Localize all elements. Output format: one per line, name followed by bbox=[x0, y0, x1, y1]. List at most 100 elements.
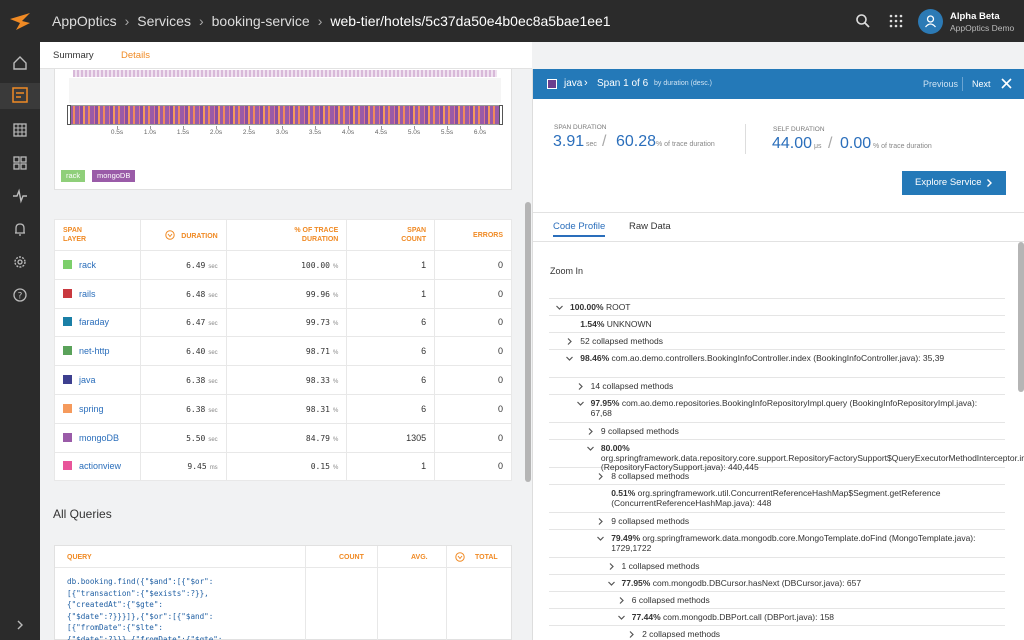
col-total[interactable]: TOTAL bbox=[475, 554, 498, 561]
layer-link[interactable]: java bbox=[79, 375, 96, 385]
profile-row[interactable]: 98.46% com.ao.demo.controllers.BookingIn… bbox=[549, 350, 1005, 378]
profile-row[interactable]: 52 collapsed methods bbox=[549, 333, 1005, 350]
chevron-down-icon[interactable] bbox=[617, 614, 625, 621]
chevron-right-icon[interactable] bbox=[628, 631, 635, 638]
table-row[interactable]: mongoDB 5.50 sec 84.79% 1305 0 bbox=[54, 422, 512, 453]
sort-desc-icon[interactable] bbox=[165, 229, 175, 240]
search-icon[interactable] bbox=[855, 13, 871, 29]
layer-link[interactable]: net-http bbox=[79, 346, 110, 356]
table-row[interactable]: spring 6.38 sec 98.31% 6 0 bbox=[54, 393, 512, 424]
tab-raw-data[interactable]: Raw Data bbox=[629, 221, 671, 232]
table-icon[interactable] bbox=[11, 121, 29, 139]
timeline-brush-left-handle[interactable] bbox=[67, 105, 71, 125]
col-count[interactable]: COUNT bbox=[339, 554, 364, 561]
dashboards-icon[interactable] bbox=[11, 154, 29, 172]
col-duration[interactable]: DURATION bbox=[139, 219, 227, 251]
table-row[interactable]: actionview 9.45 ms 0.15% 1 0 bbox=[54, 451, 512, 482]
chevron-down-icon[interactable] bbox=[566, 355, 574, 362]
chevron-right-icon[interactable] bbox=[577, 383, 584, 390]
profile-row[interactable]: 79.49% org.springframework.data.mongodb.… bbox=[549, 530, 1005, 558]
chevron-down-icon[interactable] bbox=[576, 400, 584, 407]
chevron-right-icon[interactable] bbox=[566, 338, 573, 345]
profile-row[interactable]: 77.44% com.mongodb.DBPort.call (DBPort.j… bbox=[549, 609, 1005, 626]
profile-row[interactable]: 0.51% org.springframework.util.Concurren… bbox=[549, 485, 1005, 513]
chevron-right-icon[interactable] bbox=[587, 428, 594, 435]
layer-link[interactable]: rack bbox=[79, 260, 96, 270]
table-row[interactable]: java 6.38 sec 98.33% 6 0 bbox=[54, 365, 512, 395]
chevron-right-icon[interactable] bbox=[597, 473, 604, 480]
tab-details[interactable]: Details bbox=[121, 50, 151, 71]
alerts-bell-icon[interactable] bbox=[11, 220, 29, 238]
col-span-layer[interactable]: SPAN LAYER bbox=[54, 219, 141, 251]
sort-desc-icon[interactable] bbox=[455, 552, 465, 562]
col-errors[interactable]: ERRORS bbox=[434, 219, 512, 251]
previous-span-button[interactable]: Previous bbox=[923, 79, 958, 89]
profile-row[interactable]: 9 collapsed methods bbox=[549, 423, 1005, 440]
chevron-right-icon[interactable] bbox=[597, 518, 604, 525]
layer-link[interactable]: spring bbox=[79, 404, 104, 414]
expand-nav-icon[interactable] bbox=[11, 616, 29, 634]
right-scrollbar[interactable] bbox=[1018, 242, 1024, 392]
layer-link[interactable]: rails bbox=[79, 289, 96, 299]
breadcrumb-appoptics[interactable]: AppOptics bbox=[52, 13, 117, 29]
cell-span-layer[interactable]: rack bbox=[54, 250, 141, 280]
profile-row[interactable]: 100.00% ROOT bbox=[549, 299, 1005, 316]
metrics-pulse-icon[interactable] bbox=[11, 187, 29, 205]
app-grid-icon[interactable] bbox=[888, 13, 904, 29]
cell-span-layer[interactable]: rails bbox=[54, 278, 141, 309]
cell-span-layer[interactable]: mongoDB bbox=[54, 422, 141, 453]
col-avg[interactable]: AVG. bbox=[411, 554, 428, 561]
cell-span-layer[interactable]: java bbox=[54, 365, 141, 395]
layer-link[interactable]: mongoDB bbox=[79, 433, 119, 443]
profile-row[interactable]: 97.95% com.ao.demo.repositories.BookingI… bbox=[549, 395, 1005, 423]
solarwinds-logo-icon[interactable] bbox=[8, 9, 32, 33]
next-span-button[interactable]: Next bbox=[972, 79, 991, 89]
profile-row[interactable]: 14 collapsed methods bbox=[549, 378, 1005, 395]
col-pct-trace[interactable]: % OF TRACE DURATION bbox=[225, 219, 348, 251]
settings-gear-icon[interactable] bbox=[11, 253, 29, 271]
query-text[interactable]: db.booking.find({"$and":[{"$or": [{"tran… bbox=[67, 576, 307, 640]
profile-row[interactable]: 77.95% com.mongodb.DBCursor.hasNext (DBC… bbox=[549, 575, 1005, 592]
profile-row[interactable]: 1.54% UNKNOWN bbox=[549, 316, 1005, 333]
chevron-right-icon[interactable] bbox=[618, 597, 625, 604]
home-icon[interactable] bbox=[11, 54, 29, 72]
tab-code-profile[interactable]: Code Profile bbox=[553, 221, 606, 237]
close-icon[interactable] bbox=[1001, 78, 1012, 89]
legend-rack[interactable]: rack bbox=[61, 170, 86, 182]
profile-row[interactable]: 2 collapsed methods bbox=[549, 626, 1005, 640]
timeline-brush-right-handle[interactable] bbox=[499, 105, 503, 125]
legend-mongodb[interactable]: mongoDB bbox=[92, 170, 136, 182]
col-query[interactable]: QUERY bbox=[67, 554, 92, 561]
profile-row[interactable]: 6 collapsed methods bbox=[549, 592, 1005, 609]
profile-row[interactable]: 9 collapsed methods bbox=[549, 513, 1005, 530]
profile-row[interactable]: 8 collapsed methods bbox=[549, 468, 1005, 485]
help-icon[interactable]: ? bbox=[11, 286, 29, 304]
avatar[interactable] bbox=[918, 9, 943, 34]
timeline-brush[interactable] bbox=[69, 105, 501, 125]
chevron-right-icon[interactable] bbox=[608, 563, 615, 570]
table-row[interactable]: net-http 6.40 sec 98.71% 6 0 bbox=[54, 336, 512, 367]
table-row[interactable]: rack 6.49 sec 100.00% 1 0 bbox=[54, 250, 512, 280]
cell-span-layer[interactable]: faraday bbox=[54, 307, 141, 338]
layer-link[interactable]: faraday bbox=[79, 317, 109, 327]
chevron-down-icon[interactable] bbox=[556, 304, 563, 311]
cell-span-layer[interactable]: spring bbox=[54, 393, 141, 424]
layer-link[interactable]: actionview bbox=[79, 461, 121, 471]
profile-row[interactable]: 1 collapsed methods bbox=[549, 558, 1005, 575]
cell-span-layer[interactable]: actionview bbox=[54, 451, 141, 482]
chevron-down-icon[interactable] bbox=[586, 445, 594, 452]
col-span-count[interactable]: SPAN COUNT bbox=[346, 219, 436, 251]
explore-service-button[interactable]: Explore Service bbox=[902, 171, 1006, 195]
user-menu[interactable]: Alpha Beta AppOptics Demo bbox=[950, 11, 1014, 34]
profile-row[interactable]: 80.00% org.springframework.data.reposito… bbox=[549, 440, 1024, 472]
left-scrollbar[interactable] bbox=[525, 202, 531, 482]
chevron-down-icon[interactable] bbox=[607, 580, 615, 587]
chevron-down-icon[interactable] bbox=[597, 535, 605, 542]
tab-summary[interactable]: Summary bbox=[53, 50, 94, 61]
table-row[interactable]: faraday 6.47 sec 99.73% 6 0 bbox=[54, 307, 512, 338]
traces-nav-item[interactable] bbox=[0, 83, 40, 109]
breadcrumb-service[interactable]: booking-service bbox=[212, 13, 310, 29]
cell-span-layer[interactable]: net-http bbox=[54, 336, 141, 367]
table-row[interactable]: rails 6.48 sec 99.96% 1 0 bbox=[54, 278, 512, 309]
zoom-in-label[interactable]: Zoom In bbox=[550, 266, 583, 276]
